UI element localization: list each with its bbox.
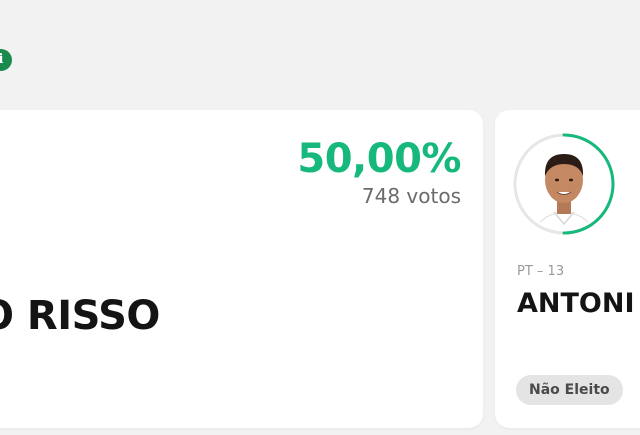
- candidate-card-winner[interactable]: 50,00% 748 votos O RISSO: [0, 110, 483, 428]
- results-page: i 50,00% 748 votos O RISSO: [0, 0, 640, 435]
- status-badge: Não Eleito: [516, 375, 623, 405]
- vote-count: 748 votos: [361, 184, 461, 208]
- info-icon[interactable]: i: [0, 49, 12, 71]
- avatar: [512, 132, 616, 236]
- candidate-photo: [513, 133, 615, 235]
- candidate-card[interactable]: PT – 13 ANTONI Não Eleito: [495, 110, 640, 428]
- party-label: PT – 13: [517, 264, 565, 279]
- vote-percentage: 50,00%: [297, 136, 461, 182]
- candidate-name: O RISSO: [0, 293, 160, 339]
- candidate-name: ANTONI: [517, 288, 635, 319]
